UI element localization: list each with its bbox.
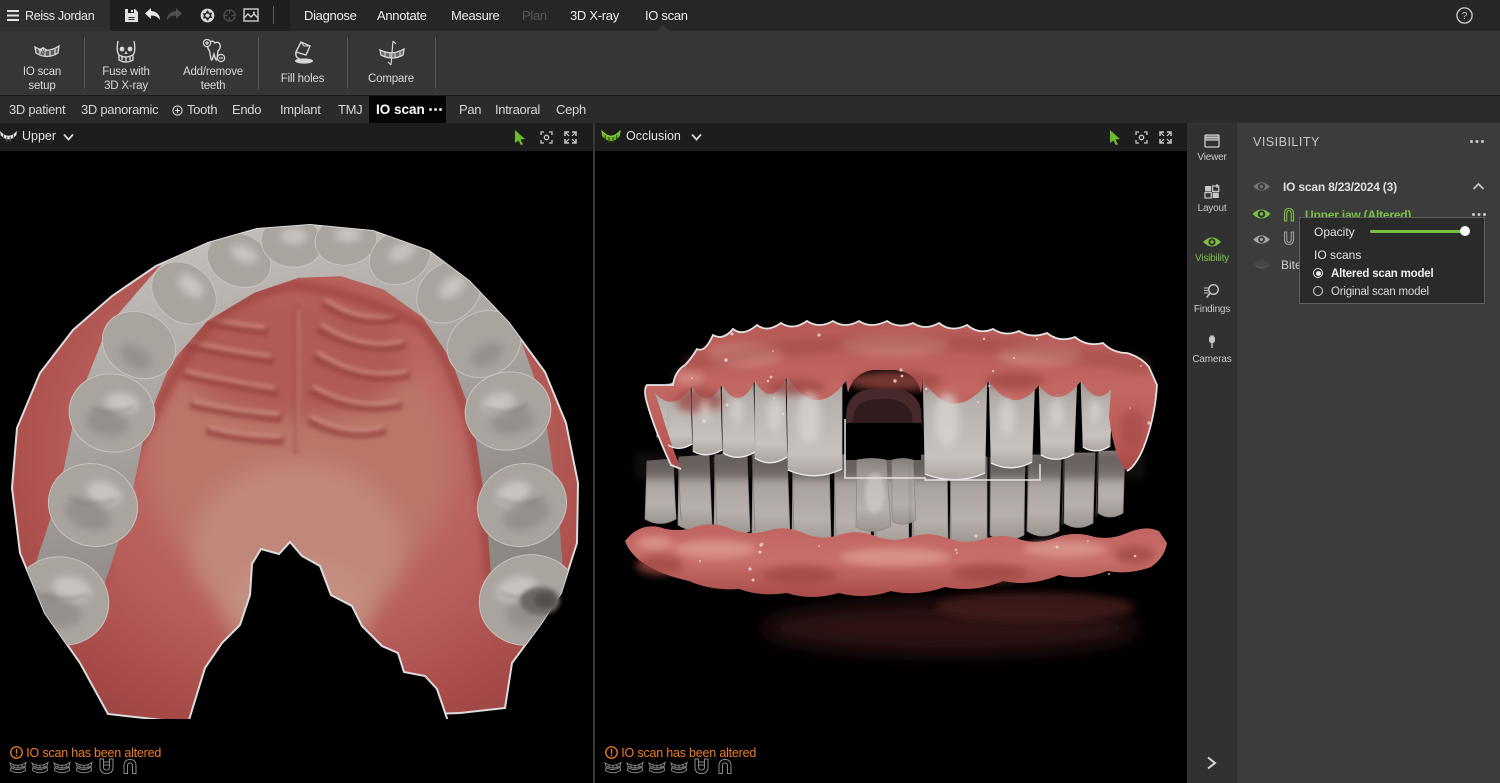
svg-text:AI: AI (41, 49, 45, 55)
svg-text:?: ? (1462, 11, 1468, 22)
